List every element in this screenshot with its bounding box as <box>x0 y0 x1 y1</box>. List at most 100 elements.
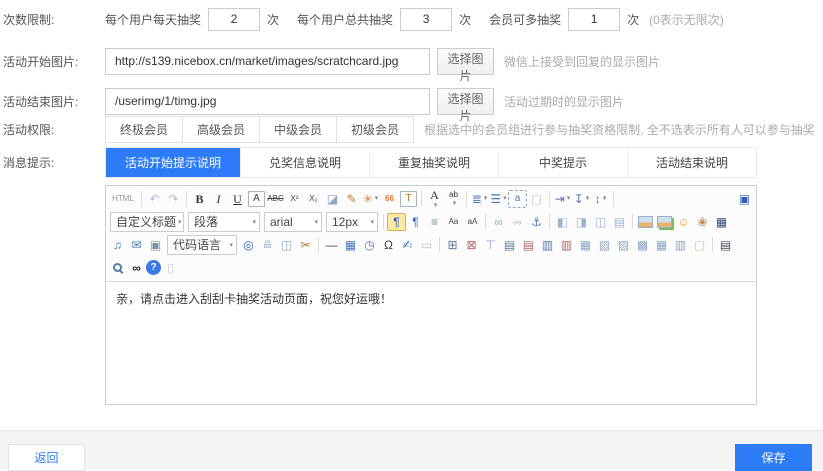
undo-icon[interactable]: ↶ <box>145 190 164 208</box>
paragraph-select[interactable]: 段落▾ <box>188 212 260 232</box>
strikethrough-icon[interactable]: ABC <box>266 190 285 208</box>
help-icon[interactable]: ? <box>146 260 161 275</box>
attachment-icon[interactable]: ✉ <box>127 236 146 254</box>
permission-option-2[interactable]: 高级会员 <box>182 116 260 143</box>
insert-code-icon[interactable]: ◎ <box>239 236 258 254</box>
highlight-color-icon[interactable]: ab▾ <box>444 190 463 208</box>
clipboard-icon[interactable]: ▯ <box>161 259 180 277</box>
total-limit-input[interactable] <box>400 8 452 31</box>
screenshot-icon[interactable]: ✂ <box>296 236 315 254</box>
merge-right-icon[interactable]: ▧ <box>595 236 614 254</box>
paste-text-icon[interactable]: T <box>399 190 418 208</box>
insert-date-icon[interactable]: ▦ <box>341 236 360 254</box>
doc-icon[interactable]: ▢ <box>690 236 709 254</box>
scrawl-icon[interactable]: ❀ <box>693 213 712 231</box>
member-extra-input[interactable] <box>568 8 620 31</box>
font-border-icon[interactable]: A <box>247 190 266 208</box>
start-image-input[interactable] <box>105 48 430 75</box>
image-center-icon[interactable]: ◫ <box>591 213 610 231</box>
delete-table-icon[interactable]: ⊠ <box>462 236 481 254</box>
blockquote-icon[interactable]: 66 <box>380 190 399 208</box>
uppercase-icon[interactable]: Aa <box>444 213 463 231</box>
font-color-icon[interactable]: A▾ <box>425 190 444 208</box>
merge-cells-icon[interactable]: ▦ <box>576 236 595 254</box>
merge-down-icon[interactable]: ▨ <box>614 236 633 254</box>
rtl-paragraph-icon[interactable]: ¶ <box>406 213 425 231</box>
message-tab-5[interactable]: 活动结束说明 <box>627 148 756 177</box>
style-select[interactable]: 自定义标题▾ <box>110 212 184 232</box>
delete-row-icon[interactable]: ▤ <box>519 236 538 254</box>
anchor2-icon[interactable]: ⚓ <box>527 213 546 231</box>
music-icon[interactable]: ♫ <box>108 236 127 254</box>
lowercase-icon[interactable]: aA <box>463 213 482 231</box>
message-tab-4[interactable]: 中奖提示 <box>498 148 627 177</box>
emotion-icon[interactable]: ☺ <box>674 213 693 231</box>
insert-row-icon[interactable]: ▤ <box>500 236 519 254</box>
print-icon[interactable]: ▤ <box>716 236 735 254</box>
permission-option-3[interactable]: 中级会员 <box>259 116 337 143</box>
link-icon[interactable]: ∞ <box>489 213 508 231</box>
insert-image-icon[interactable] <box>636 213 655 231</box>
unordered-list-icon[interactable]: ☰▾ <box>489 190 508 208</box>
font-family-select[interactable]: arial▾ <box>264 212 322 232</box>
paragraph-spacing-icon[interactable]: ↧▾ <box>572 190 591 208</box>
message-tab-2[interactable]: 兑奖信息说明 <box>240 148 369 177</box>
save-button[interactable]: 保存 <box>735 444 812 471</box>
back-button[interactable]: 返回 <box>8 444 85 471</box>
split-col-icon[interactable]: ▥ <box>671 236 690 254</box>
paragraph-format-icon[interactable]: ≡ <box>425 213 444 231</box>
image-block-icon[interactable]: ▤ <box>610 213 629 231</box>
superscript-icon[interactable]: X² <box>285 190 304 208</box>
start-image-pick-button[interactable]: 选择图片 <box>437 48 494 75</box>
insert-frame-icon[interactable]: ▣ <box>146 236 165 254</box>
chevron-down-icon: ▾ <box>603 195 607 202</box>
insert-col-icon[interactable]: ▥ <box>538 236 557 254</box>
italic-icon[interactable]: I <box>209 190 228 208</box>
find-replace-icon[interactable]: ∞ <box>127 259 146 277</box>
underline-icon[interactable]: U <box>228 190 247 208</box>
font-size-select[interactable]: 12px▾ <box>326 212 378 232</box>
insert-video-icon[interactable]: ▦ <box>712 213 731 231</box>
insert-table-icon[interactable]: ⊞ <box>443 236 462 254</box>
insert-time-icon[interactable]: ◷ <box>360 236 379 254</box>
daily-limit-input[interactable] <box>208 8 260 31</box>
indent-icon[interactable]: ⇥▾ <box>553 190 572 208</box>
anchor-icon[interactable]: a <box>508 190 527 208</box>
html-source-button[interactable]: HTML <box>108 190 138 208</box>
end-image-pick-button[interactable]: 选择图片 <box>437 88 494 115</box>
permission-option-1[interactable]: 终极会员 <box>105 116 183 143</box>
delete-col-icon[interactable]: ▥ <box>557 236 576 254</box>
spellcheck-icon[interactable]: ✍ <box>398 236 417 254</box>
ltr-paragraph-icon[interactable]: ¶ <box>387 213 406 231</box>
image-manager-icon[interactable] <box>655 213 674 231</box>
template-icon[interactable]: ▭ <box>417 236 436 254</box>
horizontal-rule-icon[interactable]: — <box>322 236 341 254</box>
redo-icon[interactable]: ↷ <box>164 190 183 208</box>
split-cell-icon[interactable]: ▩ <box>633 236 652 254</box>
ordered-list-icon[interactable]: ≣▾ <box>470 190 489 208</box>
table-caption-icon[interactable]: ⊤ <box>481 236 500 254</box>
editor-content-area[interactable]: 亲，请点击进入刮刮卡抽奖活动页面，祝您好运哦！ <box>106 282 756 404</box>
fullscreen-icon[interactable]: ▣ <box>735 190 754 208</box>
message-tab-1[interactable]: 活动开始提示说明 <box>106 148 240 177</box>
image-inline-icon[interactable]: ◨ <box>572 213 591 231</box>
eraser-icon[interactable]: ◪ <box>323 190 342 208</box>
bold-icon[interactable]: B <box>190 190 209 208</box>
preview-icon[interactable] <box>108 259 127 277</box>
format-painter-icon[interactable]: ✎ <box>342 190 361 208</box>
line-spacing-icon[interactable]: ↕▾ <box>591 190 610 208</box>
code-language-select[interactable]: 代码语言▾ <box>167 235 237 255</box>
message-tab-3[interactable]: 重复抽奖说明 <box>369 148 498 177</box>
columns-icon[interactable]: ◫ <box>277 236 296 254</box>
image-float-left-icon[interactable]: ◧ <box>553 213 572 231</box>
special-char-icon[interactable]: Ω <box>379 236 398 254</box>
blank-doc-icon[interactable]: ▢ <box>527 190 546 208</box>
org-chart-icon[interactable]: 品 <box>258 236 277 254</box>
subscript-icon[interactable]: X₂ <box>304 190 323 208</box>
end-image-input[interactable] <box>105 88 430 115</box>
toolbar-separator <box>613 191 614 206</box>
permission-option-4[interactable]: 初级会员 <box>336 116 414 143</box>
auto-typeset-icon[interactable]: ✳▾ <box>361 190 380 208</box>
split-row-icon[interactable]: ▦ <box>652 236 671 254</box>
unlink-icon[interactable]: ∞ <box>508 213 527 231</box>
